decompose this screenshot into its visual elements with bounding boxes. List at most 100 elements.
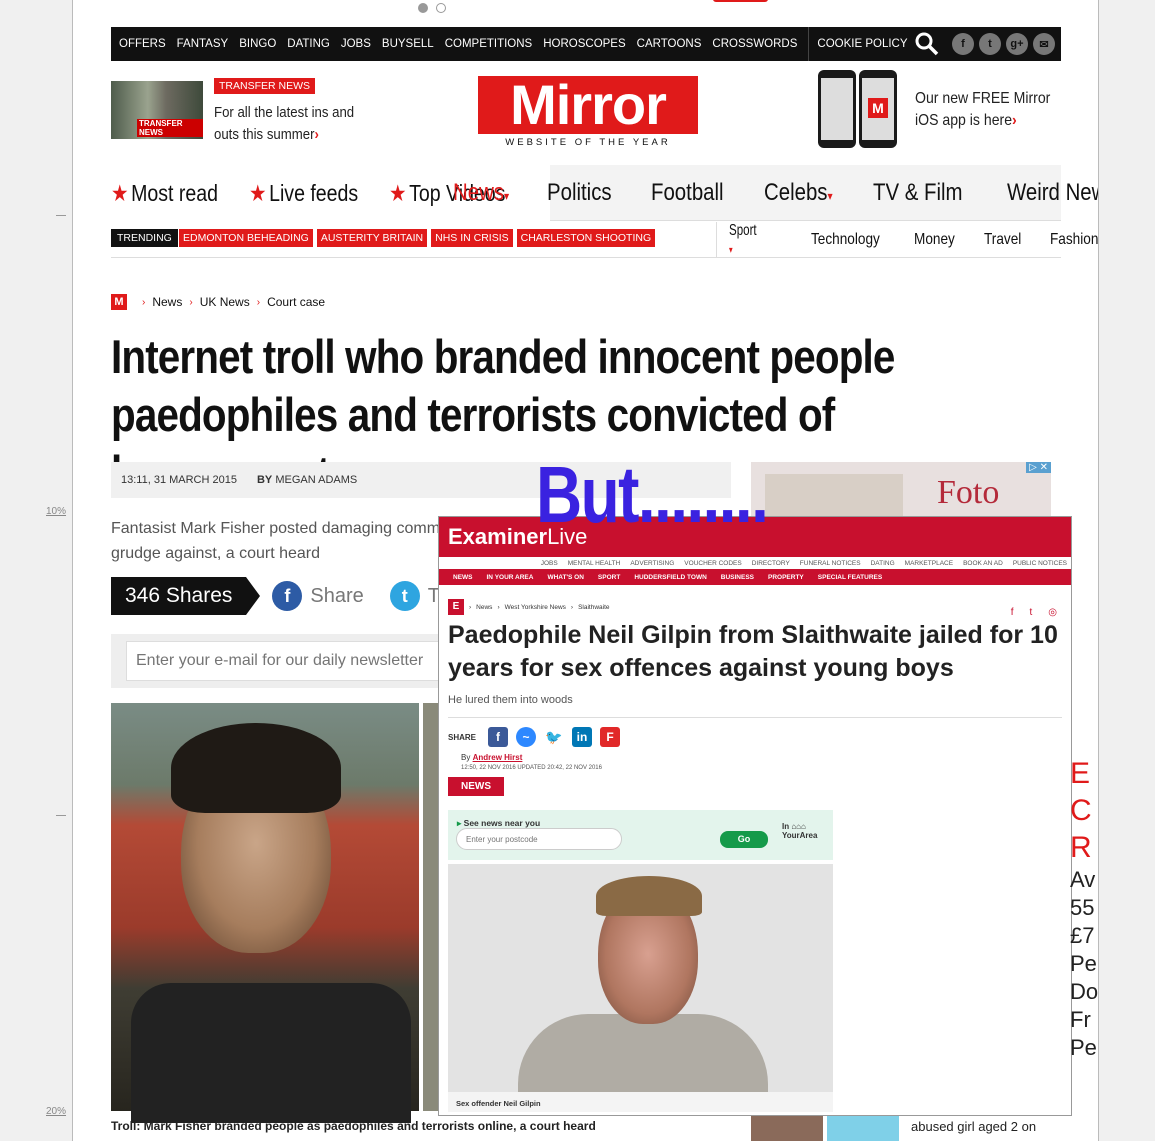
nav-news[interactable]: News▾ — [453, 179, 509, 207]
promo-text: For all the latest ins and outs this sum… — [214, 102, 355, 146]
examiner-topnav-item[interactable]: MARKETPLACE — [905, 560, 953, 569]
topbar-link-buysell[interactable]: BUYSELL — [382, 38, 434, 50]
examiner-topnav-item[interactable]: DATING — [871, 560, 895, 569]
subnav-fashion[interactable]: Fashion — [1050, 231, 1098, 249]
nav-most-read[interactable]: ★ Most read — [111, 180, 218, 207]
examiner-topnav-item[interactable]: VOUCHER CODES — [684, 560, 741, 569]
sub-nav: Sport▾ Technology Money Travel Fashion — [716, 222, 1098, 258]
ios-app-promo[interactable]: M Our new FREE Mirror iOS app is here› — [818, 68, 1063, 152]
examiner-secnav-item[interactable]: SPECIAL FEATURES — [818, 574, 882, 581]
topbar-link-dating[interactable]: DATING — [287, 38, 330, 50]
twitter-icon[interactable]: 🐦 — [544, 727, 565, 747]
examiner-secnav-item[interactable]: HUDDERSFIELD TOWN — [634, 574, 706, 581]
examiner-breadcrumb: E › News › West Yorkshire News › Slaithw… — [448, 599, 610, 615]
googleplus-icon[interactable]: g+ — [1006, 33, 1028, 55]
topbar-link-offers[interactable]: OFFERS — [119, 38, 166, 50]
star-icon: ★ — [111, 179, 129, 206]
trending-item[interactable]: AUSTERITY BRITAIN — [316, 229, 428, 247]
trending-item[interactable]: EDMONTON BEHEADING — [179, 229, 313, 247]
twitter-icon[interactable]: t — [979, 33, 1001, 55]
nav-football[interactable]: Football — [651, 179, 724, 207]
facebook-icon[interactable]: f — [1011, 607, 1014, 618]
subnav-travel[interactable]: Travel — [984, 231, 1021, 249]
examiner-secnav-item[interactable]: IN YOUR AREA — [487, 574, 534, 581]
examiner-crumb[interactable]: West Yorkshire News — [505, 604, 566, 611]
examiner-e-icon[interactable]: E — [448, 599, 464, 615]
examiner-crumb[interactable]: News — [476, 604, 492, 611]
examiner-secnav-item[interactable]: BUSINESS — [721, 574, 754, 581]
nav-celebs[interactable]: Celebs▾ — [764, 179, 833, 207]
linkedin-icon[interactable]: in — [572, 727, 593, 747]
examiner-crumb[interactable]: Slaithwaite — [578, 604, 609, 611]
examiner-topnav-item[interactable]: FUNERAL NOTICES — [800, 560, 861, 569]
teaser-image — [751, 1115, 823, 1141]
author-link[interactable]: MEGAN ADAMS — [275, 474, 357, 486]
breadcrumb-news[interactable]: News — [152, 295, 182, 309]
facebook-icon[interactable]: f — [488, 727, 509, 747]
topbar-link-crosswords[interactable]: CROSSWORDS — [712, 38, 797, 50]
topbar-link-horoscopes[interactable]: HOROSCOPES — [543, 38, 625, 50]
examiner-secnav-item[interactable]: NEWS — [453, 574, 473, 581]
cookie-policy-link[interactable]: COOKIE POLICY — [817, 38, 907, 50]
ad-close-icon[interactable]: ▷ ✕ — [1026, 462, 1051, 473]
topbar-link-competitions[interactable]: COMPETITIONS — [445, 38, 533, 50]
search-icon[interactable] — [915, 32, 939, 56]
flipboard-icon[interactable]: F — [600, 727, 621, 747]
topbar-link-cartoons[interactable]: CARTOONS — [637, 38, 702, 50]
instagram-icon[interactable]: ◎ — [1048, 607, 1057, 618]
breadcrumb-uk-news[interactable]: UK News — [200, 295, 250, 309]
trending-item[interactable]: NHS IN CRISIS — [431, 229, 513, 247]
examiner-topnav-item[interactable]: ADVERTISING — [630, 560, 674, 569]
newsletter-email-input[interactable] — [126, 641, 456, 681]
nav-weird-news[interactable]: Weird News — [1007, 179, 1098, 207]
chevron-right-icon: › — [314, 126, 319, 143]
examiner-topnav-item[interactable]: PUBLIC NOTICES — [1013, 560, 1067, 569]
examiner-secnav-item[interactable]: PROPERTY — [768, 574, 804, 581]
examiner-topnav-item[interactable]: MENTAL HEALTH — [568, 560, 621, 569]
examiner-secnav-item[interactable]: SPORT — [598, 574, 620, 581]
examiner-screenshot: ExaminerLive JOBS MENTAL HEALTH ADVERTIS… — [438, 516, 1072, 1116]
messenger-icon[interactable]: ~ — [516, 727, 537, 747]
carousel-dot[interactable] — [418, 3, 428, 13]
topbar-link-fantasy[interactable]: FANTASY — [177, 38, 229, 50]
clipped-text: £7 — [1070, 923, 1095, 948]
article-standfirst: Fantasist Mark Fisher posted damaging co… — [111, 520, 441, 562]
examiner-topnav-item[interactable]: JOBS — [541, 560, 558, 569]
carousel-dot[interactable] — [436, 3, 446, 13]
examiner-topnav-item[interactable]: BOOK AN AD — [963, 560, 1003, 569]
topbar-link-jobs[interactable]: JOBS — [341, 38, 371, 50]
main-nav: ★ Most read ★ Live feeds ★ Top Videos News▾… — [111, 165, 1098, 221]
nav-live-feeds[interactable]: ★ Live feeds — [249, 180, 358, 207]
subnav-sport[interactable]: Sport▾ — [729, 222, 780, 258]
subnav-technology[interactable]: Technology — [811, 231, 880, 249]
nav-politics[interactable]: Politics — [547, 179, 612, 207]
breadcrumb-court-case[interactable]: Court case — [267, 295, 325, 309]
topbar-link-bingo[interactable]: BINGO — [239, 38, 276, 50]
mirror-m-icon[interactable]: M — [111, 294, 127, 310]
nav-tv-film[interactable]: TV & Film — [873, 179, 963, 207]
transfer-news-promo[interactable]: TRANSFER NEWS TRANSFER NEWS For all the … — [111, 78, 371, 143]
email-icon[interactable]: ✉ — [1033, 33, 1055, 55]
examiner-news-tag[interactable]: NEWS — [448, 777, 504, 796]
advertisement[interactable]: Foto ▷ ✕ — [751, 462, 1051, 522]
examiner-author-link[interactable]: Andrew Hirst — [473, 753, 523, 762]
examiner-secnav-item[interactable]: WHAT'S ON — [547, 574, 583, 581]
postcode-input[interactable] — [456, 828, 622, 850]
twitter-icon[interactable]: t — [1029, 607, 1032, 618]
chevron-right-icon: › — [1012, 112, 1017, 129]
subnav-money[interactable]: Money — [914, 231, 955, 249]
trending-item[interactable]: CHARLESTON SHOOTING — [516, 229, 656, 247]
related-teaser[interactable]: abused girl aged 2 on — [751, 1115, 1051, 1141]
mirror-logo[interactable]: Mirror WEBSITE OF THE YEAR — [478, 76, 698, 148]
go-button[interactable]: Go — [720, 831, 768, 848]
top-red-tab[interactable] — [713, 0, 768, 2]
examiner-topnav-item[interactable]: DIRECTORY — [752, 560, 790, 569]
dropdown-icon: ▾ — [827, 189, 834, 203]
clipped-text: Pe — [1070, 951, 1097, 976]
facebook-share-button[interactable]: f Share — [272, 581, 364, 611]
house-icons: ⌂⌂⌂ — [791, 822, 806, 831]
examiner-subheading: He lured them into woods — [448, 694, 573, 706]
dropdown-icon: ▾ — [504, 189, 510, 203]
facebook-icon[interactable]: f — [952, 33, 974, 55]
examiner-photo-neil-gilpin — [448, 864, 833, 1092]
